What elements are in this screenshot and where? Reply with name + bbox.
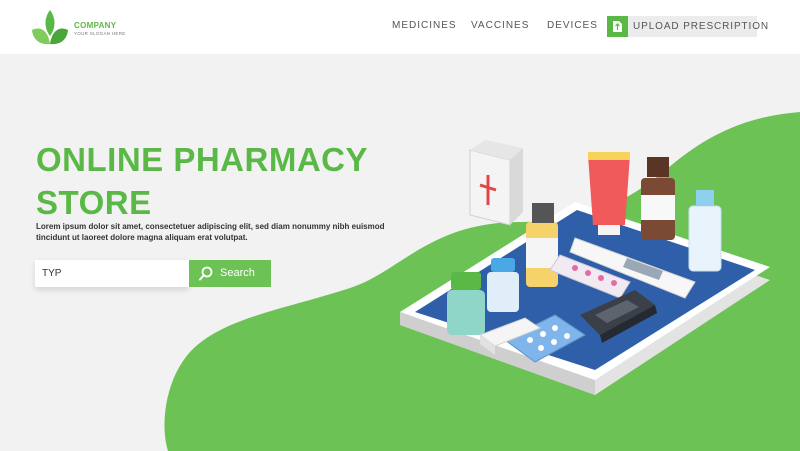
header-bar: COMPANY YOUR SLOGAN HERE MEDICINES VACCI… (0, 0, 800, 54)
upload-prescription-label: UPLOAD PRESCRIPTION (633, 21, 770, 32)
upload-prescription-button[interactable]: UPLOAD PRESCRIPTION (607, 16, 768, 37)
hero-title-line-2: STORE (36, 184, 152, 221)
company-logo[interactable]: COMPANY YOUR SLOGAN HERE (30, 8, 140, 48)
ointment-tube-icon (588, 152, 630, 235)
search-icon (199, 266, 213, 281)
logo-slogan: YOUR SLOGAN HERE (74, 31, 126, 36)
pill-jar-icon (487, 258, 519, 312)
syrup-bottle-icon (526, 203, 558, 287)
shopping-bag-icon (469, 140, 523, 226)
file-upload-icon (607, 16, 628, 37)
vial-icon (688, 190, 722, 272)
logo-company-name: COMPANY (74, 21, 117, 30)
pharmacy-phone-illustration (400, 140, 770, 395)
search-input[interactable] (35, 260, 189, 287)
nav-medicines[interactable]: MEDICINES (392, 20, 457, 31)
nav-devices[interactable]: DEVICES (547, 20, 598, 31)
search-box (35, 260, 189, 287)
hero-description: Lorem ipsum dolor sit amet, consectetuer… (36, 222, 385, 242)
search-button[interactable]: Search (189, 260, 271, 287)
hero-title-line-1: ONLINE PHARMACY (36, 141, 369, 178)
nav-vaccines[interactable]: VACCINES (471, 20, 529, 31)
medicine-jar-icon (447, 272, 485, 335)
leaf-logo-icon (32, 10, 68, 45)
medicine-bottle-icon (641, 157, 675, 240)
hero-title: ONLINE PHARMACY STORE (36, 138, 396, 224)
search-button-label: Search (220, 267, 255, 279)
